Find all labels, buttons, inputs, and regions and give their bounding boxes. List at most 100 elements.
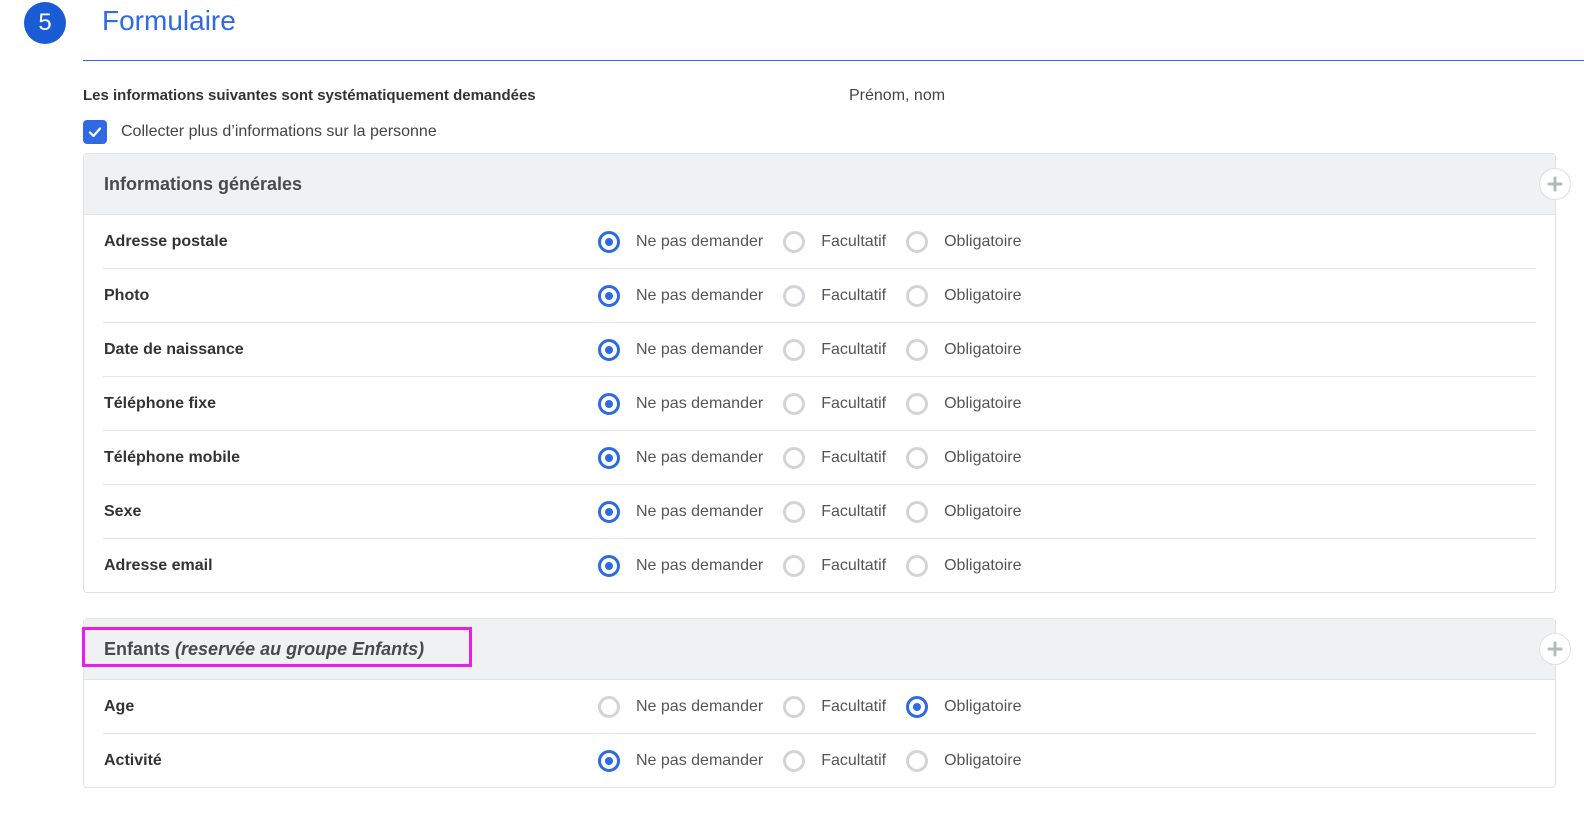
radio-label: Obligatoire xyxy=(944,286,1022,304)
radio-option-obligatoire[interactable]: Obligatoire xyxy=(906,695,1021,718)
radio-option-obligatoire[interactable]: Obligatoire xyxy=(906,500,1022,523)
radio-option-obligatoire[interactable]: Obligatoire xyxy=(906,749,1021,772)
radio-label: Ne pas demander xyxy=(636,394,764,412)
radio-label: Ne pas demander xyxy=(636,751,764,769)
radio-label: Facultatif xyxy=(821,556,887,574)
plus-icon xyxy=(1547,176,1563,192)
radio-button[interactable] xyxy=(598,446,620,469)
radio-option-obligatoire[interactable]: Obligatoire xyxy=(906,446,1022,469)
radio-button[interactable] xyxy=(783,230,806,253)
radio-button[interactable] xyxy=(906,338,929,361)
radio-option-facultatif[interactable]: Facultatif xyxy=(783,230,887,253)
required-info-value: Prénom, nom xyxy=(849,87,946,104)
radio-option-obligatoire[interactable]: Obligatoire xyxy=(906,284,1022,307)
radio-button[interactable] xyxy=(906,500,929,523)
radio-option-ne-pas-demander[interactable]: Ne pas demander xyxy=(598,554,763,577)
radio-button[interactable] xyxy=(598,500,620,523)
radio-option-ne-pas-demander[interactable]: Ne pas demander xyxy=(598,446,763,469)
radio-button[interactable] xyxy=(783,446,806,469)
radio-label: Facultatif xyxy=(821,502,887,520)
step-number-badge: 5 xyxy=(24,2,66,44)
radio-button[interactable] xyxy=(906,230,929,253)
radio-label: Obligatoire xyxy=(944,232,1022,250)
radio-option-ne-pas-demander[interactable]: Ne pas demander xyxy=(598,500,763,523)
radio-option-ne-pas-demander[interactable]: Ne pas demander xyxy=(598,695,764,718)
radio-label: Obligatoire xyxy=(944,394,1022,412)
collect-more-info-option[interactable]: Collecter plus d’informations sur la per… xyxy=(83,120,437,144)
field-row-telephone-mobile: Téléphone mobile Ne pas demander Facultati… xyxy=(103,431,1536,485)
radio-option-obligatoire[interactable]: Obligatoire xyxy=(906,230,1022,253)
radio-button[interactable] xyxy=(598,338,620,361)
radio-button[interactable] xyxy=(783,338,806,361)
radio-button[interactable] xyxy=(906,446,929,469)
radio-group: Ne pas demander Facultatif Obligatoire xyxy=(598,284,1041,307)
radio-label: Facultatif xyxy=(821,286,887,304)
page-title: Formulaire xyxy=(102,5,236,36)
radio-label: Facultatif xyxy=(821,697,887,715)
field-row-sexe: Sexe Ne pas demander Facultatif Obligatoire xyxy=(103,485,1536,539)
radio-option-facultatif[interactable]: Facultatif xyxy=(783,554,887,577)
radio-option-facultatif[interactable]: Facultatif xyxy=(783,446,886,469)
radio-option-facultatif[interactable]: Facultatif xyxy=(783,392,887,415)
radio-button[interactable] xyxy=(906,554,929,577)
radio-button[interactable] xyxy=(598,695,620,718)
radio-button[interactable] xyxy=(783,284,806,307)
radio-group: Ne pas demander Facultatif Obligatoire xyxy=(598,230,1041,253)
radio-group: Ne pas demander Facultatif Obligatoire xyxy=(598,338,1041,361)
field-rows: Adresse postale Ne pas demander Facultatif… xyxy=(84,215,1555,592)
radio-button[interactable] xyxy=(906,392,929,415)
radio-label: Ne pas demander xyxy=(636,232,764,250)
radio-button[interactable] xyxy=(598,749,620,772)
radio-button[interactable] xyxy=(906,695,929,718)
collect-more-info-checkbox[interactable] xyxy=(83,120,107,144)
section-children: Enfants (reservée au groupe Enfants) Age… xyxy=(82,618,1571,788)
radio-label: Obligatoire xyxy=(944,340,1022,358)
radio-option-facultatif[interactable]: Facultatif xyxy=(783,749,887,772)
radio-option-ne-pas-demander[interactable]: Ne pas demander xyxy=(598,749,764,772)
radio-label: Ne pas demander xyxy=(636,697,764,715)
check-icon xyxy=(88,127,102,138)
radio-button[interactable] xyxy=(783,392,806,415)
radio-button[interactable] xyxy=(783,500,806,523)
radio-button[interactable] xyxy=(906,749,929,772)
field-row-adresse-postale: Adresse postale Ne pas demander Facultatif… xyxy=(103,215,1536,269)
radio-option-obligatoire[interactable]: Obligatoire xyxy=(906,338,1022,361)
radio-option-ne-pas-demander[interactable]: Ne pas demander xyxy=(598,284,763,307)
radio-button[interactable] xyxy=(598,230,620,253)
radio-label: Facultatif xyxy=(821,340,887,358)
radio-option-ne-pas-demander[interactable]: Ne pas demander xyxy=(598,338,764,361)
radio-label: Ne pas demander xyxy=(636,340,764,358)
section-header: Enfants (reservée au groupe Enfants) xyxy=(82,619,1571,680)
radio-button[interactable] xyxy=(598,392,620,415)
radio-option-facultatif[interactable]: Facultatif xyxy=(783,284,887,307)
radio-button[interactable] xyxy=(783,749,806,772)
radio-option-ne-pas-demander[interactable]: Ne pas demander xyxy=(598,392,764,415)
radio-label: Facultatif xyxy=(821,394,887,412)
add-field-button[interactable] xyxy=(1539,168,1571,200)
radio-group: Ne pas demander Facultatif Obligatoire xyxy=(598,392,1041,415)
field-row-telephone-fixe: Téléphone fixe Ne pas demander Facultatif O… xyxy=(103,377,1536,431)
radio-button[interactable] xyxy=(783,695,806,718)
field-label: Téléphone mobile xyxy=(104,448,241,466)
field-label: Adresse postale xyxy=(104,232,228,250)
radio-option-obligatoire[interactable]: Obligatoire xyxy=(906,392,1022,415)
field-row-age: Age Ne pas demander Facultatif Obligatoire xyxy=(103,680,1536,734)
radio-button[interactable] xyxy=(598,284,620,307)
add-field-button[interactable] xyxy=(1539,633,1571,665)
radio-option-facultatif[interactable]: Facultatif xyxy=(783,500,887,523)
radio-button[interactable] xyxy=(906,284,929,307)
radio-label: Obligatoire xyxy=(944,448,1022,466)
radio-group: Ne pas demander Facultatif Obligatoire xyxy=(598,446,1041,469)
radio-option-facultatif[interactable]: Facultatif xyxy=(783,695,887,718)
radio-button[interactable] xyxy=(783,554,806,577)
radio-label: Facultatif xyxy=(821,232,887,250)
plus-icon xyxy=(1547,641,1563,657)
radio-option-facultatif[interactable]: Facultatif xyxy=(783,338,887,361)
radio-option-ne-pas-demander[interactable]: Ne pas demander xyxy=(598,230,764,253)
radio-group: Ne pas demander Facultatif Obligatoire xyxy=(598,554,1041,577)
radio-label: Facultatif xyxy=(821,751,887,769)
radio-button[interactable] xyxy=(598,554,620,577)
radio-label: Obligatoire xyxy=(944,502,1022,520)
radio-option-obligatoire[interactable]: Obligatoire xyxy=(906,554,1021,577)
radio-group: Ne pas demander Facultatif Obligatoire xyxy=(598,500,1041,523)
